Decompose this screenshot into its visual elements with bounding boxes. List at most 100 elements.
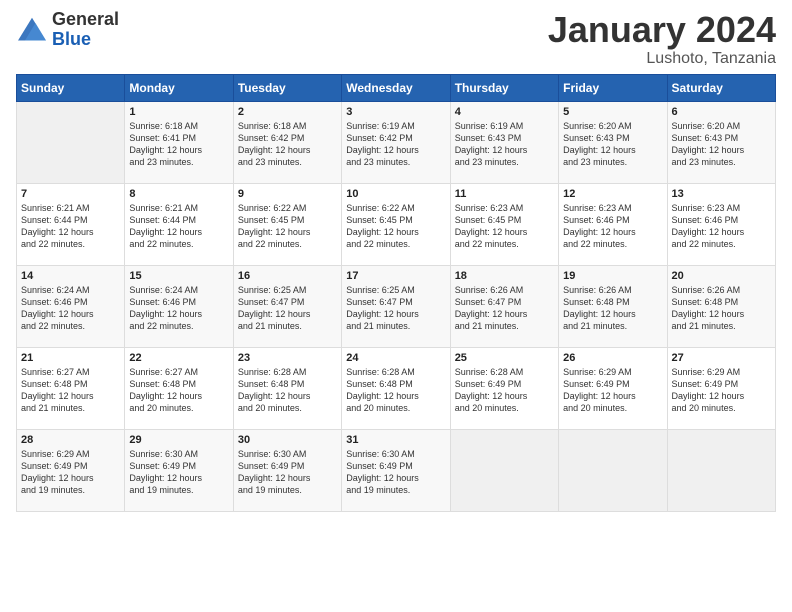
- day-number: 18: [455, 270, 554, 282]
- table-row: 31 Sunrise: 6:30 AM Sunset: 6:49 PM Dayli…: [342, 429, 450, 511]
- calendar-row: 1 Sunrise: 6:18 AM Sunset: 6:41 PM Daylig…: [17, 101, 776, 183]
- table-row: 19Sunrise: 6:26 AM Sunset: 6:48 PM Dayli…: [559, 265, 667, 347]
- day-number: 5: [563, 106, 662, 118]
- day-number: 24: [346, 352, 445, 364]
- page: General Blue January 2024 Lushoto, Tanza…: [0, 0, 792, 612]
- day-info: Sunrise: 6:24 AM Sunset: 6:46 PM Dayligh…: [21, 284, 120, 333]
- day-number: 1: [129, 106, 228, 118]
- day-info: Sunrise: 6:23 AM Sunset: 6:46 PM Dayligh…: [672, 202, 771, 251]
- day-number: 23: [238, 352, 337, 364]
- day-info: Sunrise: 6:30 AM Sunset: 6:49 PM Dayligh…: [346, 448, 445, 497]
- table-row: 15 Sunrise: 6:24 AM Sunset: 6:46 PM Dayli…: [125, 265, 233, 347]
- day-info: Sunrise: 6:28 AM Sunset: 6:48 PM Dayligh…: [346, 366, 445, 415]
- day-number: 14: [21, 270, 120, 282]
- day-info: Sunrise: 6:26 AM Sunset: 6:48 PM Dayligh…: [563, 284, 662, 333]
- day-info: Sunrise: 6:23 AM Sunset: 6:46 PM Dayligh…: [563, 202, 662, 251]
- day-number: 10: [346, 188, 445, 200]
- table-row: 22 Sunrise: 6:27 AM Sunset: 6:48 PM Dayli…: [125, 347, 233, 429]
- day-info: Sunrise: 6:29 AM Sunset: 6:49 PM Dayligh…: [563, 366, 662, 415]
- day-info: Sunrise: 6:20 AM Sunset: 6:43 PM Dayligh…: [563, 120, 662, 169]
- day-number: 31: [346, 434, 445, 446]
- day-info: Sunrise: 6:24 AM Sunset: 6:46 PM Dayligh…: [129, 284, 228, 333]
- table-row: 1 Sunrise: 6:18 AM Sunset: 6:41 PM Daylig…: [125, 101, 233, 183]
- header-monday: Monday: [125, 74, 233, 101]
- day-info: Sunrise: 6:27 AM Sunset: 6:48 PM Dayligh…: [21, 366, 120, 415]
- table-row: 26Sunrise: 6:29 AM Sunset: 6:49 PM Dayli…: [559, 347, 667, 429]
- day-number: 30: [238, 434, 337, 446]
- table-row: 11Sunrise: 6:23 AM Sunset: 6:45 PM Dayli…: [450, 183, 558, 265]
- day-number: 16: [238, 270, 337, 282]
- header-friday: Friday: [559, 74, 667, 101]
- header-wednesday: Wednesday: [342, 74, 450, 101]
- weekday-header-row: Sunday Monday Tuesday Wednesday Thursday…: [17, 74, 776, 101]
- table-row: 30 Sunrise: 6:30 AM Sunset: 6:49 PM Dayli…: [233, 429, 341, 511]
- day-info: Sunrise: 6:22 AM Sunset: 6:45 PM Dayligh…: [346, 202, 445, 251]
- day-info: Sunrise: 6:18 AM Sunset: 6:41 PM Dayligh…: [129, 120, 228, 169]
- table-row: 18 Sunrise: 6:26 AM Sunset: 6:47 PM Dayli…: [450, 265, 558, 347]
- day-number: 22: [129, 352, 228, 364]
- day-info: Sunrise: 6:25 AM Sunset: 6:47 PM Dayligh…: [238, 284, 337, 333]
- day-number: 3: [346, 106, 445, 118]
- table-row: 25 Sunrise: 6:28 AM Sunset: 6:49 PM Dayli…: [450, 347, 558, 429]
- title-block: January 2024 Lushoto, Tanzania: [548, 10, 776, 68]
- day-number: 17: [346, 270, 445, 282]
- day-number: 21: [21, 352, 120, 364]
- table-row: 28Sunrise: 6:29 AM Sunset: 6:49 PM Dayli…: [17, 429, 125, 511]
- logo: General Blue: [16, 10, 119, 50]
- day-info: Sunrise: 6:28 AM Sunset: 6:48 PM Dayligh…: [238, 366, 337, 415]
- calendar-row: 28Sunrise: 6:29 AM Sunset: 6:49 PM Dayli…: [17, 429, 776, 511]
- table-row: [450, 429, 558, 511]
- day-number: 7: [21, 188, 120, 200]
- day-info: Sunrise: 6:19 AM Sunset: 6:43 PM Dayligh…: [455, 120, 554, 169]
- table-row: 29Sunrise: 6:30 AM Sunset: 6:49 PM Dayli…: [125, 429, 233, 511]
- day-number: 8: [129, 188, 228, 200]
- day-info: Sunrise: 6:23 AM Sunset: 6:45 PM Dayligh…: [455, 202, 554, 251]
- header-saturday: Saturday: [667, 74, 775, 101]
- day-info: Sunrise: 6:29 AM Sunset: 6:49 PM Dayligh…: [672, 366, 771, 415]
- day-info: Sunrise: 6:30 AM Sunset: 6:49 PM Dayligh…: [238, 448, 337, 497]
- table-row: 7Sunrise: 6:21 AM Sunset: 6:44 PM Daylig…: [17, 183, 125, 265]
- day-number: 27: [672, 352, 771, 364]
- table-row: [17, 101, 125, 183]
- day-number: 9: [238, 188, 337, 200]
- day-number: 15: [129, 270, 228, 282]
- calendar-row: 7 Sunrise: 6:21 AM Sunset: 6:44 PM Daylig…: [17, 183, 776, 265]
- calendar-row: 14 Sunrise: 6:24 AM Sunset: 6:46 PM Dayli…: [17, 265, 776, 347]
- table-row: 10 Sunrise: 6:22 AM Sunset: 6:45 PM Dayli…: [342, 183, 450, 265]
- table-row: 12 Sunrise: 6:23 AM Sunset: 6:46 PM Dayli…: [559, 183, 667, 265]
- table-row: 3 Sunrise: 6:19 AM Sunset: 6:42 PM Daylig…: [342, 101, 450, 183]
- header-thursday: Thursday: [450, 74, 558, 101]
- table-row: 13Sunrise: 6:23 AM Sunset: 6:46 PM Dayli…: [667, 183, 775, 265]
- day-info: Sunrise: 6:19 AM Sunset: 6:42 PM Dayligh…: [346, 120, 445, 169]
- table-row: 23 Sunrise: 6:28 AM Sunset: 6:48 PM Dayli…: [233, 347, 341, 429]
- day-info: Sunrise: 6:21 AM Sunset: 6:44 PM Dayligh…: [129, 202, 228, 251]
- day-info: Sunrise: 6:29 AM Sunset: 6:49 PM Dayligh…: [21, 448, 120, 497]
- table-row: 4Sunrise: 6:19 AM Sunset: 6:43 PM Daylig…: [450, 101, 558, 183]
- logo-icon: [16, 16, 48, 44]
- logo-general-text: General: [52, 10, 119, 30]
- day-number: 25: [455, 352, 554, 364]
- day-info: Sunrise: 6:25 AM Sunset: 6:47 PM Dayligh…: [346, 284, 445, 333]
- day-info: Sunrise: 6:18 AM Sunset: 6:42 PM Dayligh…: [238, 120, 337, 169]
- table-row: 6 Sunrise: 6:20 AM Sunset: 6:43 PM Daylig…: [667, 101, 775, 183]
- day-number: 2: [238, 106, 337, 118]
- day-info: Sunrise: 6:20 AM Sunset: 6:43 PM Dayligh…: [672, 120, 771, 169]
- calendar-table: Sunday Monday Tuesday Wednesday Thursday…: [16, 74, 776, 512]
- location-title: Lushoto, Tanzania: [548, 50, 776, 68]
- day-info: Sunrise: 6:28 AM Sunset: 6:49 PM Dayligh…: [455, 366, 554, 415]
- day-info: Sunrise: 6:27 AM Sunset: 6:48 PM Dayligh…: [129, 366, 228, 415]
- table-row: 27 Sunrise: 6:29 AM Sunset: 6:49 PM Dayli…: [667, 347, 775, 429]
- header: General Blue January 2024 Lushoto, Tanza…: [16, 10, 776, 68]
- month-title: January 2024: [548, 10, 776, 50]
- table-row: 8 Sunrise: 6:21 AM Sunset: 6:44 PM Daylig…: [125, 183, 233, 265]
- logo-text: General Blue: [52, 10, 119, 50]
- table-row: 14 Sunrise: 6:24 AM Sunset: 6:46 PM Dayli…: [17, 265, 125, 347]
- header-tuesday: Tuesday: [233, 74, 341, 101]
- day-info: Sunrise: 6:26 AM Sunset: 6:48 PM Dayligh…: [672, 284, 771, 333]
- day-number: 6: [672, 106, 771, 118]
- day-number: 12: [563, 188, 662, 200]
- table-row: [559, 429, 667, 511]
- day-info: Sunrise: 6:26 AM Sunset: 6:47 PM Dayligh…: [455, 284, 554, 333]
- day-info: Sunrise: 6:22 AM Sunset: 6:45 PM Dayligh…: [238, 202, 337, 251]
- table-row: 2 Sunrise: 6:18 AM Sunset: 6:42 PM Daylig…: [233, 101, 341, 183]
